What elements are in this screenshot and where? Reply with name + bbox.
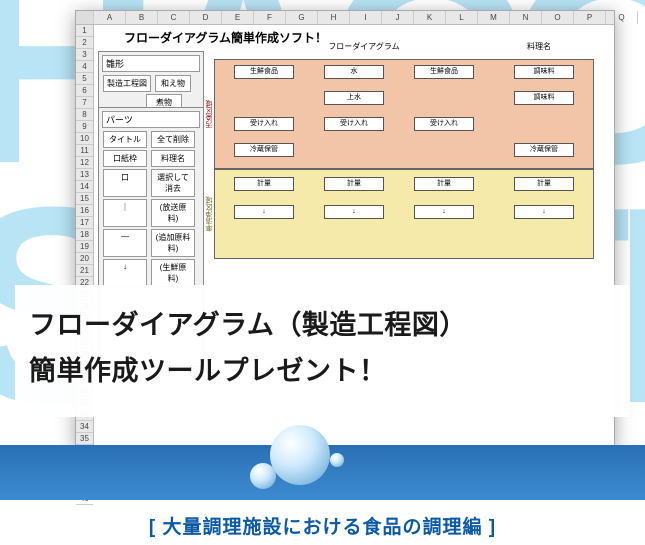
row-header-cell[interactable]: 1 — [76, 25, 93, 37]
col-header-cell[interactable] — [76, 11, 94, 24]
flow-node[interactable]: 計量 — [324, 177, 384, 191]
flow-node[interactable]: 計量 — [514, 177, 574, 191]
flow-node[interactable]: 受け入れ — [234, 117, 294, 131]
row-header-cell[interactable]: 4 — [76, 61, 93, 73]
flow-node[interactable]: 調味料 — [514, 91, 574, 105]
row-header-cell[interactable]: 2 — [76, 37, 93, 49]
sheet-title: フローダイアグラム簡単作成ソフト！ — [124, 29, 327, 46]
headline-overlay: フローダイアグラム（製造工程図） 簡単作成ツールプレゼント！ — [15, 285, 630, 417]
flow-node[interactable]: ↓ — [514, 205, 574, 219]
flow-node[interactable]: 調味料 — [514, 65, 574, 79]
col-header-cell[interactable]: K — [414, 11, 446, 24]
row-header-cell[interactable]: 9 — [76, 121, 93, 133]
panel1-title: 雛形 — [102, 55, 200, 72]
zone-yellow-label: 準清浄区域 — [205, 195, 215, 234]
headline-line1: フローダイアグラム（製造工程図） — [29, 310, 467, 340]
parts-button[interactable]: 口 — [103, 169, 147, 197]
flow-node[interactable]: 冷蔵保管 — [514, 143, 574, 157]
col-header-cell[interactable]: G — [286, 11, 318, 24]
parts-button[interactable]: 全て削除 — [151, 131, 195, 148]
col-header-cell[interactable]: I — [350, 11, 382, 24]
col-header-cell[interactable]: O — [542, 11, 574, 24]
flow-node[interactable]: ↓ — [234, 205, 294, 219]
col-header-cell[interactable]: N — [510, 11, 542, 24]
row-header-cell[interactable]: 12 — [76, 157, 93, 169]
row-header-cell[interactable]: 17 — [76, 217, 93, 229]
water-bubble — [270, 425, 330, 485]
col-header-cell[interactable]: E — [222, 11, 254, 24]
col-header-cell[interactable]: A — [94, 11, 126, 24]
row-header-cell[interactable]: 6 — [76, 85, 93, 97]
row-header-cell[interactable]: 8 — [76, 109, 93, 121]
flow-node[interactable]: 受け入れ — [324, 117, 384, 131]
flow-node[interactable]: 計量 — [414, 177, 474, 191]
col-header-cell[interactable]: B — [126, 11, 158, 24]
col-header-cell[interactable]: L — [446, 11, 478, 24]
parts-button[interactable]: 口紙枠 — [103, 150, 147, 167]
row-header-cell[interactable]: 16 — [76, 205, 93, 217]
footer-tagline: [ 大量調理施設における食品の調理編 ] — [149, 517, 496, 538]
row-header-cell[interactable]: 21 — [76, 265, 93, 277]
col-header-cell[interactable]: H — [318, 11, 350, 24]
water-bubble — [330, 453, 344, 467]
flow-node[interactable]: ↓ — [414, 205, 474, 219]
flow-node[interactable]: 受け入れ — [414, 117, 474, 131]
parts-button[interactable]: (追加原料料) — [151, 229, 195, 257]
col-header-cell[interactable]: P — [574, 11, 606, 24]
diagram-col-header: 料理名 — [514, 41, 564, 54]
row-header-cell[interactable]: 3 — [76, 49, 93, 61]
col-header-cell[interactable]: D — [190, 11, 222, 24]
row-header-cell[interactable]: 34 — [76, 421, 93, 433]
row-header-cell[interactable]: 19 — [76, 241, 93, 253]
row-header-cell[interactable]: 14 — [76, 181, 93, 193]
headline-line2: 簡単作成ツールプレゼント！ — [29, 356, 387, 386]
row-header-cell[interactable]: 5 — [76, 73, 93, 85]
row-header-cell[interactable]: 35 — [76, 433, 93, 445]
blue-band — [0, 445, 645, 500]
zone-pink-label: 汚染区域 — [205, 98, 215, 130]
btn-mfg-process[interactable]: 製造工程図 — [103, 75, 151, 92]
flow-node[interactable]: 冷蔵保管 — [234, 143, 294, 157]
flow-node[interactable]: 水 — [324, 65, 384, 79]
row-header-cell[interactable]: 13 — [76, 169, 93, 181]
panel2-title: パーツ — [102, 111, 200, 128]
row-header-cell[interactable]: 15 — [76, 193, 93, 205]
flow-node[interactable]: 計量 — [234, 177, 294, 191]
row-header-cell[interactable]: 7 — [76, 97, 93, 109]
footer-tagline-wrap: [ 大量調理施設における食品の調理編 ] — [0, 512, 645, 539]
flow-node[interactable]: 上水 — [324, 91, 384, 105]
col-header-cell[interactable]: J — [382, 11, 414, 24]
parts-button[interactable]: タイトル — [103, 131, 147, 148]
parts-button[interactable]: ↓ — [103, 259, 147, 287]
parts-button[interactable]: — — [103, 229, 147, 257]
headline-text: フローダイアグラム（製造工程図） 簡単作成ツールプレゼント！ — [29, 303, 616, 395]
column-headers: ABCDEFGHIJKLMNOPQ — [76, 11, 614, 25]
row-header-cell[interactable]: 20 — [76, 253, 93, 265]
parts-button[interactable]: (生鮮原料) — [151, 259, 195, 287]
row-header-cell[interactable]: 10 — [76, 133, 93, 145]
col-header-cell[interactable]: F — [254, 11, 286, 24]
parts-button[interactable]: (放送原料) — [151, 199, 195, 227]
parts-button[interactable]: 選択して消去 — [151, 169, 195, 197]
col-header-cell[interactable]: M — [478, 11, 510, 24]
diagram-col-header: フローダイアグラム — [324, 41, 404, 54]
parts-button[interactable]: ｜ — [103, 199, 147, 227]
row-header-cell[interactable]: 11 — [76, 145, 93, 157]
col-header-cell[interactable]: Q — [606, 11, 638, 24]
flow-node[interactable]: 生鮮食品 — [414, 65, 474, 79]
col-header-cell[interactable]: C — [158, 11, 190, 24]
btn-aemono[interactable]: 和え物 — [155, 75, 191, 92]
parts-button[interactable]: 料理名 — [151, 150, 195, 167]
flow-node[interactable]: ↓ — [324, 205, 384, 219]
water-bubble — [250, 463, 276, 489]
row-header-cell[interactable]: 18 — [76, 229, 93, 241]
flow-node[interactable]: 生鮮食品 — [234, 65, 294, 79]
